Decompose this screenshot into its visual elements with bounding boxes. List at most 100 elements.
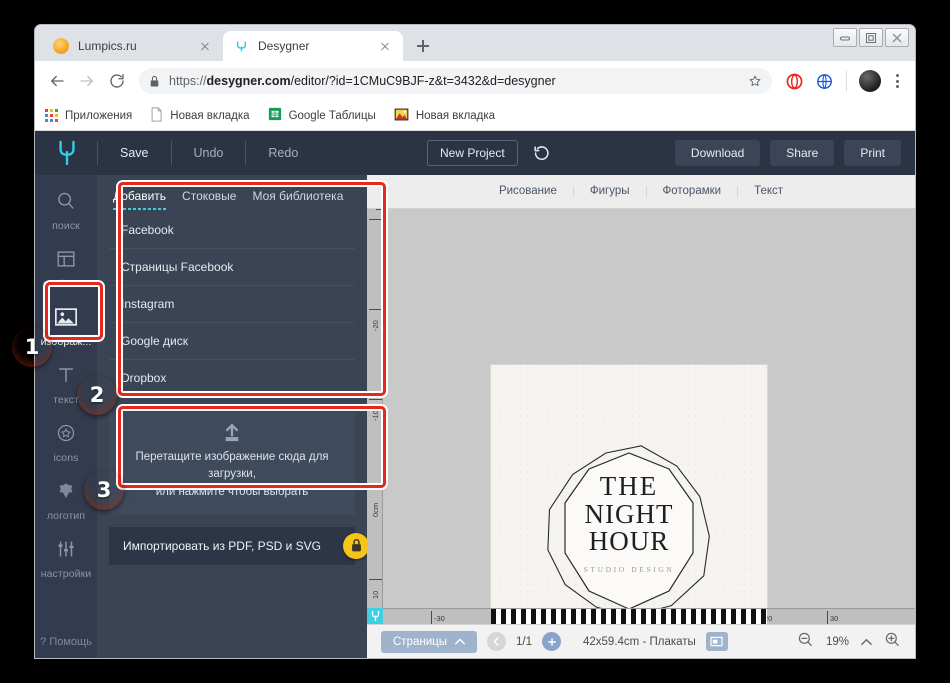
canvas-area: Рисование Фигуры Фоторамки Текст THE NIG… — [367, 175, 915, 658]
ruler-label: 0cm — [371, 502, 380, 517]
save-button[interactable]: Save — [110, 142, 159, 164]
zoom-in-icon[interactable] — [884, 631, 901, 653]
apps-grid-icon — [45, 109, 58, 122]
address-bar[interactable]: https://desygner.com/editor/?id=1CMuC9BJ… — [139, 68, 772, 94]
sidebar-label: icons — [53, 452, 79, 464]
window-controls — [833, 28, 909, 47]
source-list: Facebook Страницы Facebook Instagram Goo… — [109, 212, 355, 396]
upload-dropzone[interactable]: Перетащите изображение сюда для загрузки… — [109, 412, 355, 515]
ruler-label: 10 — [371, 590, 380, 599]
zoom-out-icon[interactable] — [797, 631, 814, 653]
undo-button[interactable]: Undo — [184, 142, 234, 164]
text-icon — [55, 364, 77, 391]
poster-title-line-1: THE — [599, 471, 659, 501]
bookmark-label: Новая вкладка — [170, 109, 250, 122]
panel-tabs: Добавить Стоковые Моя библиотека — [109, 183, 355, 210]
sidebar-item-settings[interactable]: настройки — [35, 529, 97, 587]
new-tab-button[interactable] — [409, 32, 437, 60]
list-item-dropbox[interactable]: Dropbox — [109, 360, 355, 396]
desygner-logo-icon[interactable] — [49, 140, 85, 166]
reload-icon[interactable] — [103, 67, 131, 95]
templates-icon — [55, 248, 77, 275]
chevron-up-icon — [455, 636, 465, 648]
ruler-label: 30 — [830, 614, 839, 623]
resize-icon[interactable] — [705, 632, 728, 651]
sidebar-label: текст — [53, 394, 79, 406]
vertical-ruler[interactable]: -20 -10 0cm 10 20 — [367, 209, 383, 624]
list-item-facebook-pages[interactable]: Страницы Facebook — [109, 249, 355, 286]
list-item-facebook[interactable]: Facebook — [109, 212, 355, 249]
new-project-button[interactable]: New Project — [427, 140, 518, 166]
horizontal-ruler[interactable]: -30 -20 -10 0cm 10 20 30 — [367, 608, 915, 624]
import-button[interactable]: Импортировать из PDF, PSD и SVG — [109, 526, 369, 565]
browser-tab-desygner[interactable]: Desygner — [223, 31, 403, 61]
desygner-app: Save Undo Redo New Project Download Shar… — [35, 131, 915, 658]
lock-icon — [149, 75, 160, 88]
pages-label: Страницы — [393, 635, 447, 648]
tab-title: Lumpics.ru — [78, 39, 137, 53]
import-label: Импортировать из PDF, PSD и SVG — [123, 538, 321, 553]
star-badge-icon — [55, 422, 77, 449]
poster-subtitle: STUDIO DESIGN — [583, 564, 675, 574]
forward-arrow-icon[interactable] — [73, 67, 101, 95]
logo-icon — [55, 480, 77, 507]
tab-photoframes[interactable]: Фоторамки — [647, 185, 739, 198]
document-size: 42x59.4cm - Плакаты — [583, 635, 696, 648]
close-icon[interactable] — [885, 28, 909, 47]
tab-text[interactable]: Текст — [738, 185, 799, 198]
bookmark-label: Новая вкладка — [415, 109, 496, 122]
kebab-menu-icon[interactable] — [887, 74, 907, 88]
sidebar-item-search[interactable]: поиск — [35, 181, 97, 239]
tab-drawing[interactable]: Рисование — [483, 185, 574, 198]
minimize-icon[interactable] — [833, 28, 857, 47]
step-badge-3: 3 — [84, 470, 124, 510]
list-item-google-drive[interactable]: Google диск — [109, 323, 355, 360]
bookmark-new-tab-2[interactable]: Новая вкладка — [394, 108, 495, 124]
left-rail: поиск шаблоны изображ... текст icons лог… — [35, 175, 97, 658]
bookmark-apps[interactable]: Приложения — [45, 109, 132, 122]
close-icon[interactable] — [197, 38, 213, 54]
globe-extension-icon[interactable] — [813, 70, 835, 92]
tab-strip: Lumpics.ru Desygner — [35, 25, 915, 61]
close-icon[interactable] — [377, 38, 393, 54]
tab-shapes[interactable]: Фигуры — [574, 185, 647, 198]
browser-tab-lumpics[interactable]: Lumpics.ru — [43, 31, 223, 61]
navigation-toolbar: https://desygner.com/editor/?id=1CMuC9BJ… — [35, 61, 915, 101]
redo-button[interactable]: Redo — [258, 142, 308, 164]
app-toolbar: Save Undo Redo New Project Download Shar… — [35, 131, 915, 175]
sidebar-item-icons[interactable]: icons — [35, 413, 97, 471]
bookmark-label: Приложения — [65, 109, 133, 122]
bookmark-google-sheets[interactable]: Google Таблицы — [268, 107, 376, 124]
tab-stock[interactable]: Стоковые — [182, 189, 236, 210]
download-button[interactable]: Download — [674, 140, 761, 166]
sidebar-item-templates[interactable]: шаблоны — [35, 239, 97, 297]
avatar-icon[interactable] — [859, 70, 881, 92]
maximize-icon[interactable] — [859, 28, 883, 47]
help-link[interactable]: ? Помощь — [35, 636, 97, 648]
toolbar-divider — [245, 141, 247, 165]
image-icon — [54, 306, 78, 333]
history-revert-icon[interactable] — [532, 144, 551, 163]
list-item-instagram[interactable]: Instagram — [109, 286, 355, 323]
print-button[interactable]: Print — [844, 140, 901, 166]
bookmark-new-tab-1[interactable]: Новая вкладка — [150, 106, 250, 125]
opera-extension-icon[interactable] — [783, 70, 805, 92]
prev-page-icon[interactable] — [487, 632, 506, 651]
tab-my-library[interactable]: Моя библиотека — [252, 189, 343, 210]
toolbar-divider — [170, 141, 172, 165]
star-icon[interactable] — [738, 74, 762, 88]
zoom-level: 19% — [825, 635, 849, 648]
page-indicator: 1/1 — [516, 635, 532, 648]
lock-icon — [343, 532, 369, 559]
sidebar-label: поиск — [52, 220, 80, 232]
page-icon — [150, 106, 163, 125]
share-button[interactable]: Share — [770, 140, 835, 166]
tab-add[interactable]: Добавить — [113, 189, 167, 210]
back-arrow-icon[interactable] — [43, 67, 71, 95]
pages-button[interactable]: Страницы — [381, 630, 477, 653]
add-page-icon[interactable] — [542, 632, 561, 651]
sidebar-label: настройки — [40, 568, 92, 580]
sliders-icon — [55, 538, 77, 565]
chevron-up-icon[interactable] — [861, 633, 872, 651]
right-toolbar-group: Download Share Print — [674, 140, 901, 166]
